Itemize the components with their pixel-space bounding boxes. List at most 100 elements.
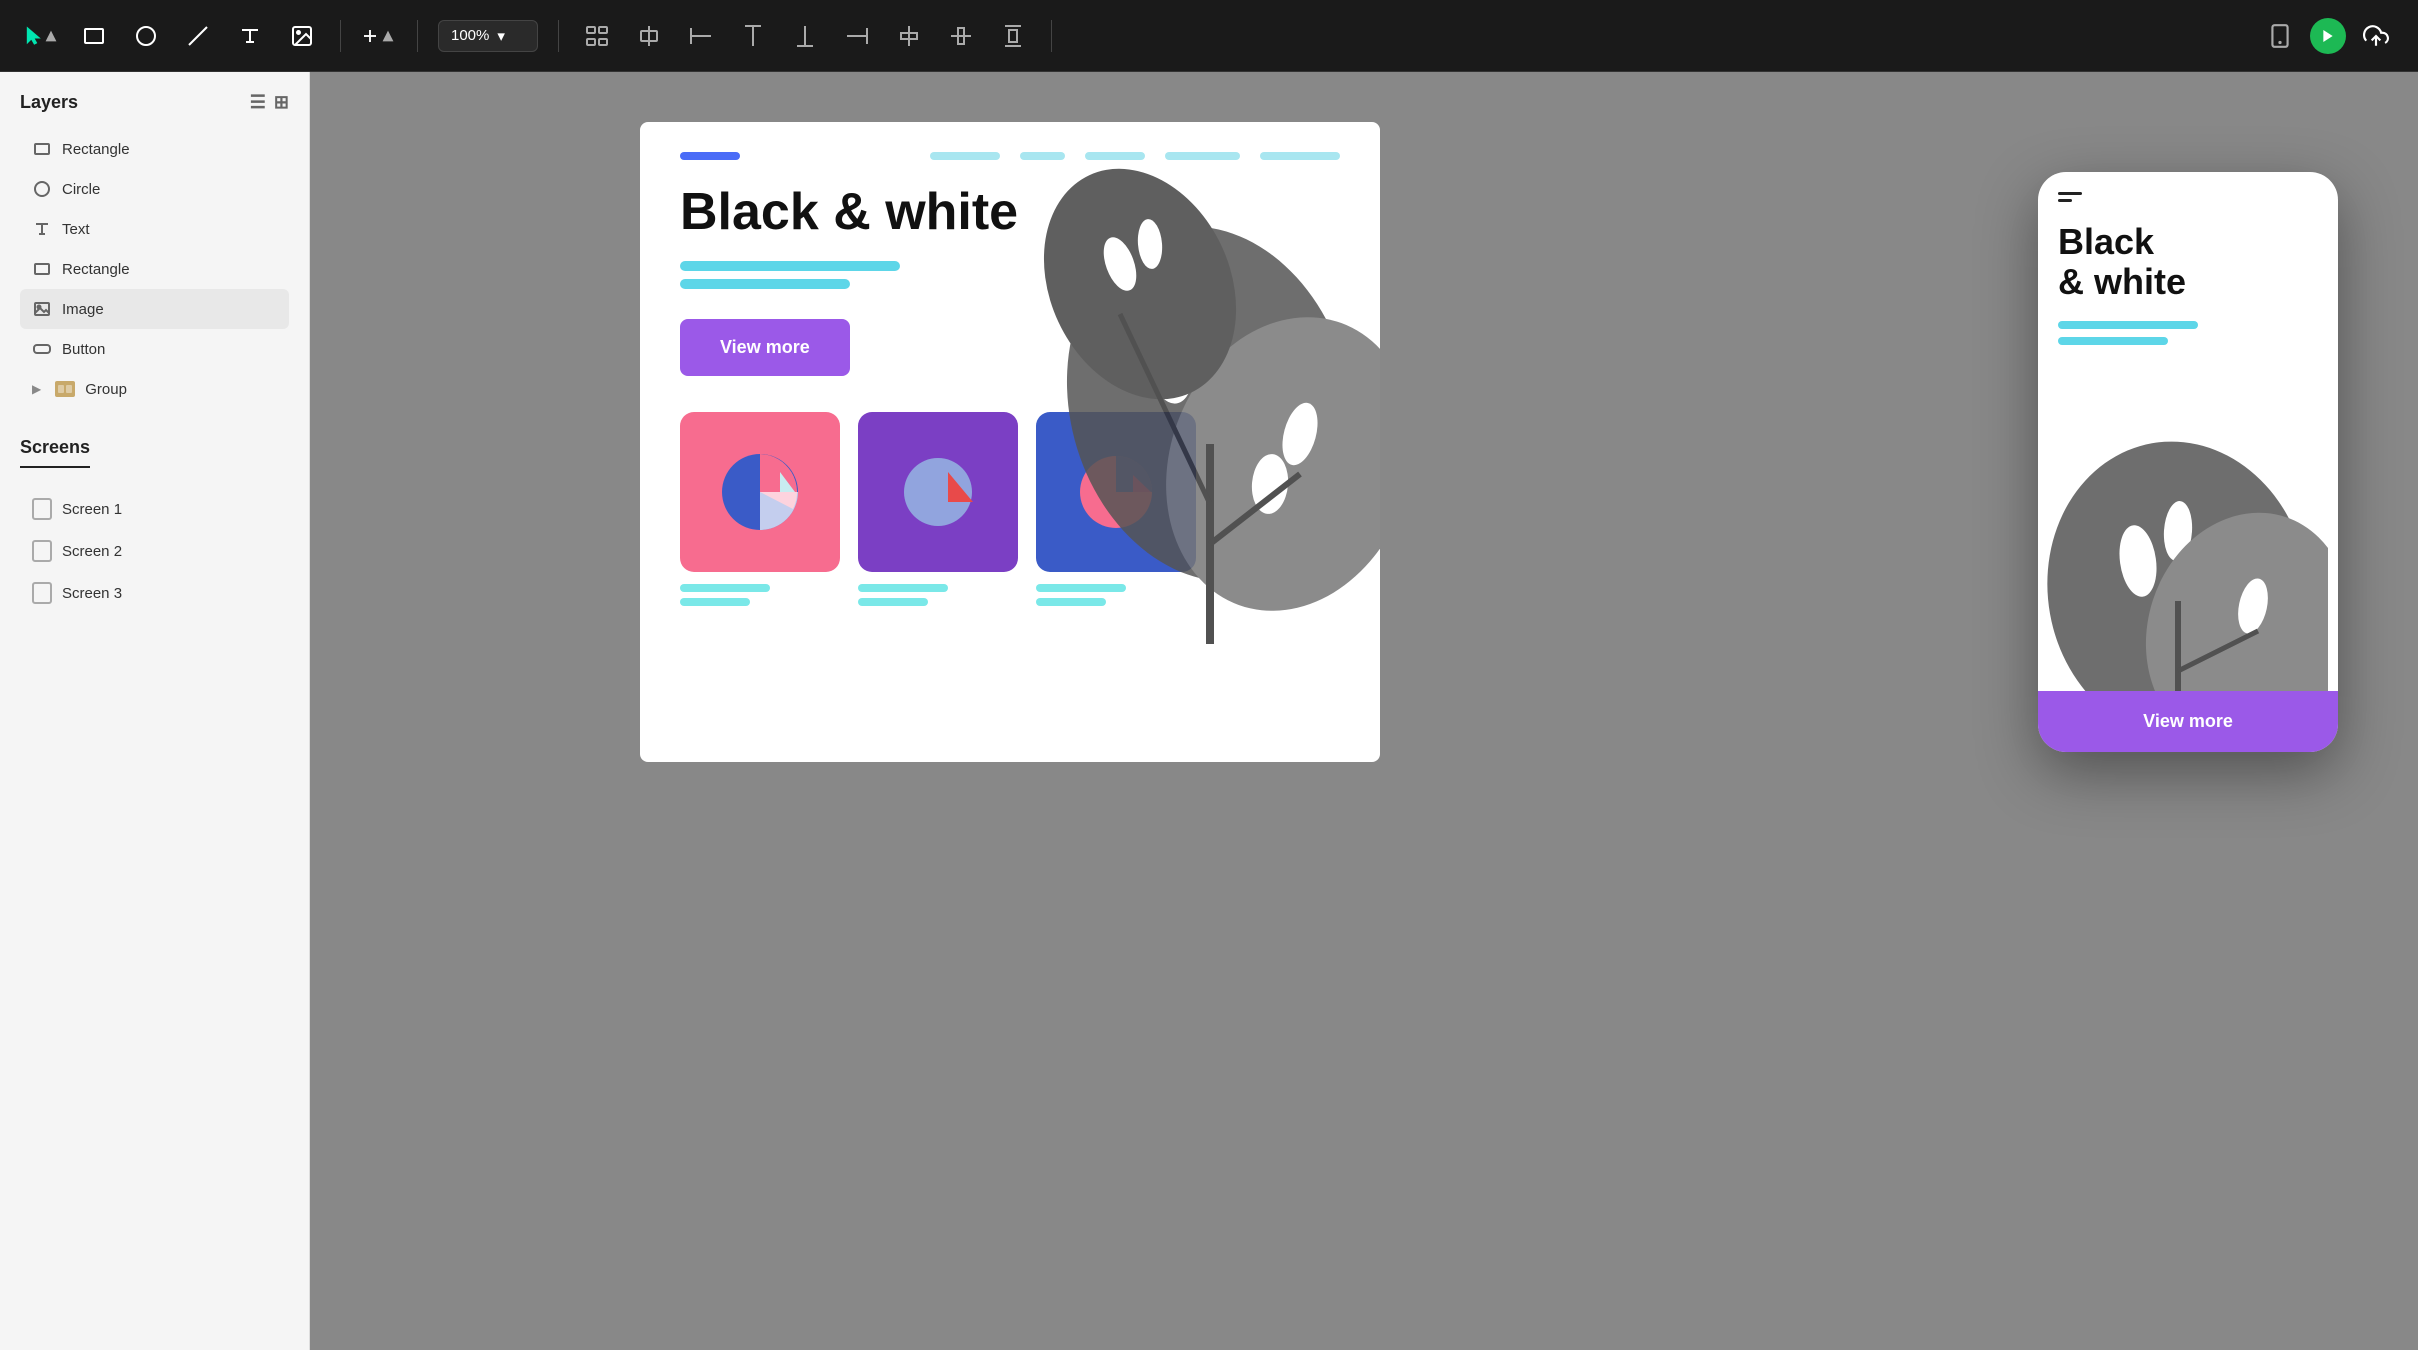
- layer-item-image[interactable]: Image: [20, 289, 289, 329]
- layer-label-group: Group: [85, 381, 127, 398]
- align-center-h[interactable]: [631, 18, 667, 54]
- mobile-bar-2: [2058, 337, 2168, 345]
- monstera-svg: [1040, 164, 1380, 644]
- group-collapse-icon[interactable]: ▶: [32, 382, 41, 396]
- divider2: [417, 20, 418, 52]
- menu-line-2: [2058, 199, 2072, 202]
- layer-item-rectangle1[interactable]: Rectangle: [20, 129, 289, 169]
- add-tool[interactable]: [361, 18, 397, 54]
- line-tool[interactable]: [180, 18, 216, 54]
- menu-line-1: [2058, 192, 2082, 195]
- zoom-control[interactable]: 100% ▾: [438, 20, 538, 52]
- card-2-chart: [883, 437, 993, 547]
- card-1-label-2: [680, 598, 750, 606]
- list-view-icon[interactable]: ☰: [250, 92, 266, 113]
- nav-link-3: [1085, 152, 1145, 160]
- screen-item-2[interactable]: Screen 2: [20, 530, 289, 572]
- layers-section: Layers ☰ ⊞ Rectangle Circle: [0, 92, 309, 409]
- card-2-label-1: [858, 584, 948, 592]
- screens-title: Screens: [20, 437, 90, 468]
- screen-label-1: Screen 1: [62, 501, 122, 518]
- sidebar: Layers ☰ ⊞ Rectangle Circle: [0, 72, 310, 1350]
- zoom-dropdown-icon: ▾: [497, 27, 505, 45]
- nav-link-2: [1020, 152, 1065, 160]
- design-nav: [680, 152, 1340, 160]
- mobile-bars: [2058, 321, 2318, 345]
- circle-icon: [32, 179, 52, 199]
- mobile-preview-frame: Black& white: [2038, 172, 2338, 752]
- layer-label-button: Button: [62, 341, 105, 358]
- nav-link-5: [1260, 152, 1340, 160]
- layers-title-icons: ☰ ⊞: [250, 92, 289, 113]
- screen-label-3: Screen 3: [62, 585, 122, 602]
- layer-label-rectangle1: Rectangle: [62, 141, 130, 158]
- align-bottom[interactable]: [787, 18, 823, 54]
- subtitle-bar-2: [680, 279, 850, 289]
- card-1-chart: [705, 437, 815, 547]
- canvas[interactable]: Black & white View more: [310, 72, 2418, 1350]
- image-layer-icon: [32, 299, 52, 319]
- rectangle-icon: [32, 139, 52, 159]
- mobile-plant-illustration: [2038, 431, 2338, 691]
- mobile-view-more-button[interactable]: View more: [2038, 691, 2338, 752]
- group-layer-icon: [55, 379, 75, 399]
- screen-doc-icon-2: [32, 540, 52, 562]
- mobile-title: Black& white: [2058, 222, 2318, 301]
- play-button[interactable]: [2310, 18, 2346, 54]
- button-layer-icon: [32, 339, 52, 359]
- layer-item-button[interactable]: Button: [20, 329, 289, 369]
- grid-view-icon[interactable]: ⊞: [274, 92, 289, 113]
- mobile-monstera-svg: [2038, 431, 2328, 691]
- divider3: [558, 20, 559, 52]
- align-distribute[interactable]: [579, 18, 615, 54]
- nav-links: [930, 152, 1340, 160]
- image-tool[interactable]: [284, 18, 320, 54]
- layer-item-rectangle2[interactable]: Rectangle: [20, 249, 289, 289]
- card-2-labels: [858, 584, 1018, 606]
- rectangle-tool[interactable]: [76, 18, 112, 54]
- layer-label-rectangle2: Rectangle: [62, 261, 130, 278]
- mobile-content: Black& white: [2038, 172, 2338, 691]
- align-right[interactable]: [839, 18, 875, 54]
- nav-link-4: [1165, 152, 1240, 160]
- layer-label-text: Text: [62, 221, 90, 238]
- plant-illustration: [1040, 164, 1380, 644]
- zoom-value: 100%: [451, 27, 489, 44]
- text-layer-icon: [32, 219, 52, 239]
- card-wrapper-1: [680, 412, 840, 606]
- card-1-label-1: [680, 584, 770, 592]
- card-2[interactable]: [858, 412, 1018, 572]
- align-spread[interactable]: [891, 18, 927, 54]
- divider1: [340, 20, 341, 52]
- main-area: Layers ☰ ⊞ Rectangle Circle: [0, 72, 2418, 1350]
- design-frame: Black & white View more: [640, 122, 1380, 762]
- card-wrapper-2: [858, 412, 1018, 606]
- screen-item-1[interactable]: Screen 1: [20, 488, 289, 530]
- subtitle-bar-1: [680, 261, 900, 271]
- align-left[interactable]: [683, 18, 719, 54]
- layer-item-circle[interactable]: Circle: [20, 169, 289, 209]
- align-stretch[interactable]: [995, 18, 1031, 54]
- mobile-bar-1: [2058, 321, 2198, 329]
- view-more-button[interactable]: View more: [680, 319, 850, 376]
- layer-item-text[interactable]: Text: [20, 209, 289, 249]
- select-tool[interactable]: [24, 18, 60, 54]
- screens-section: Screens Screen 1 Screen 2 Screen 3: [0, 437, 309, 614]
- layers-title: Layers ☰ ⊞: [20, 92, 289, 113]
- device-preview-button[interactable]: [2262, 18, 2298, 54]
- align-top[interactable]: [735, 18, 771, 54]
- upload-button[interactable]: [2358, 18, 2394, 54]
- rectangle2-icon: [32, 259, 52, 279]
- card-1[interactable]: [680, 412, 840, 572]
- text-tool[interactable]: [232, 18, 268, 54]
- circle-tool[interactable]: [128, 18, 164, 54]
- mobile-menu-icon: [2058, 192, 2082, 202]
- divider4: [1051, 20, 1052, 52]
- toolbar-right: [2262, 18, 2394, 54]
- card-1-labels: [680, 584, 840, 606]
- layer-label-circle: Circle: [62, 181, 100, 198]
- layer-item-group[interactable]: ▶ Group: [20, 369, 289, 409]
- align-center-v[interactable]: [943, 18, 979, 54]
- screen-item-3[interactable]: Screen 3: [20, 572, 289, 614]
- toolbar: 100% ▾: [0, 0, 2418, 72]
